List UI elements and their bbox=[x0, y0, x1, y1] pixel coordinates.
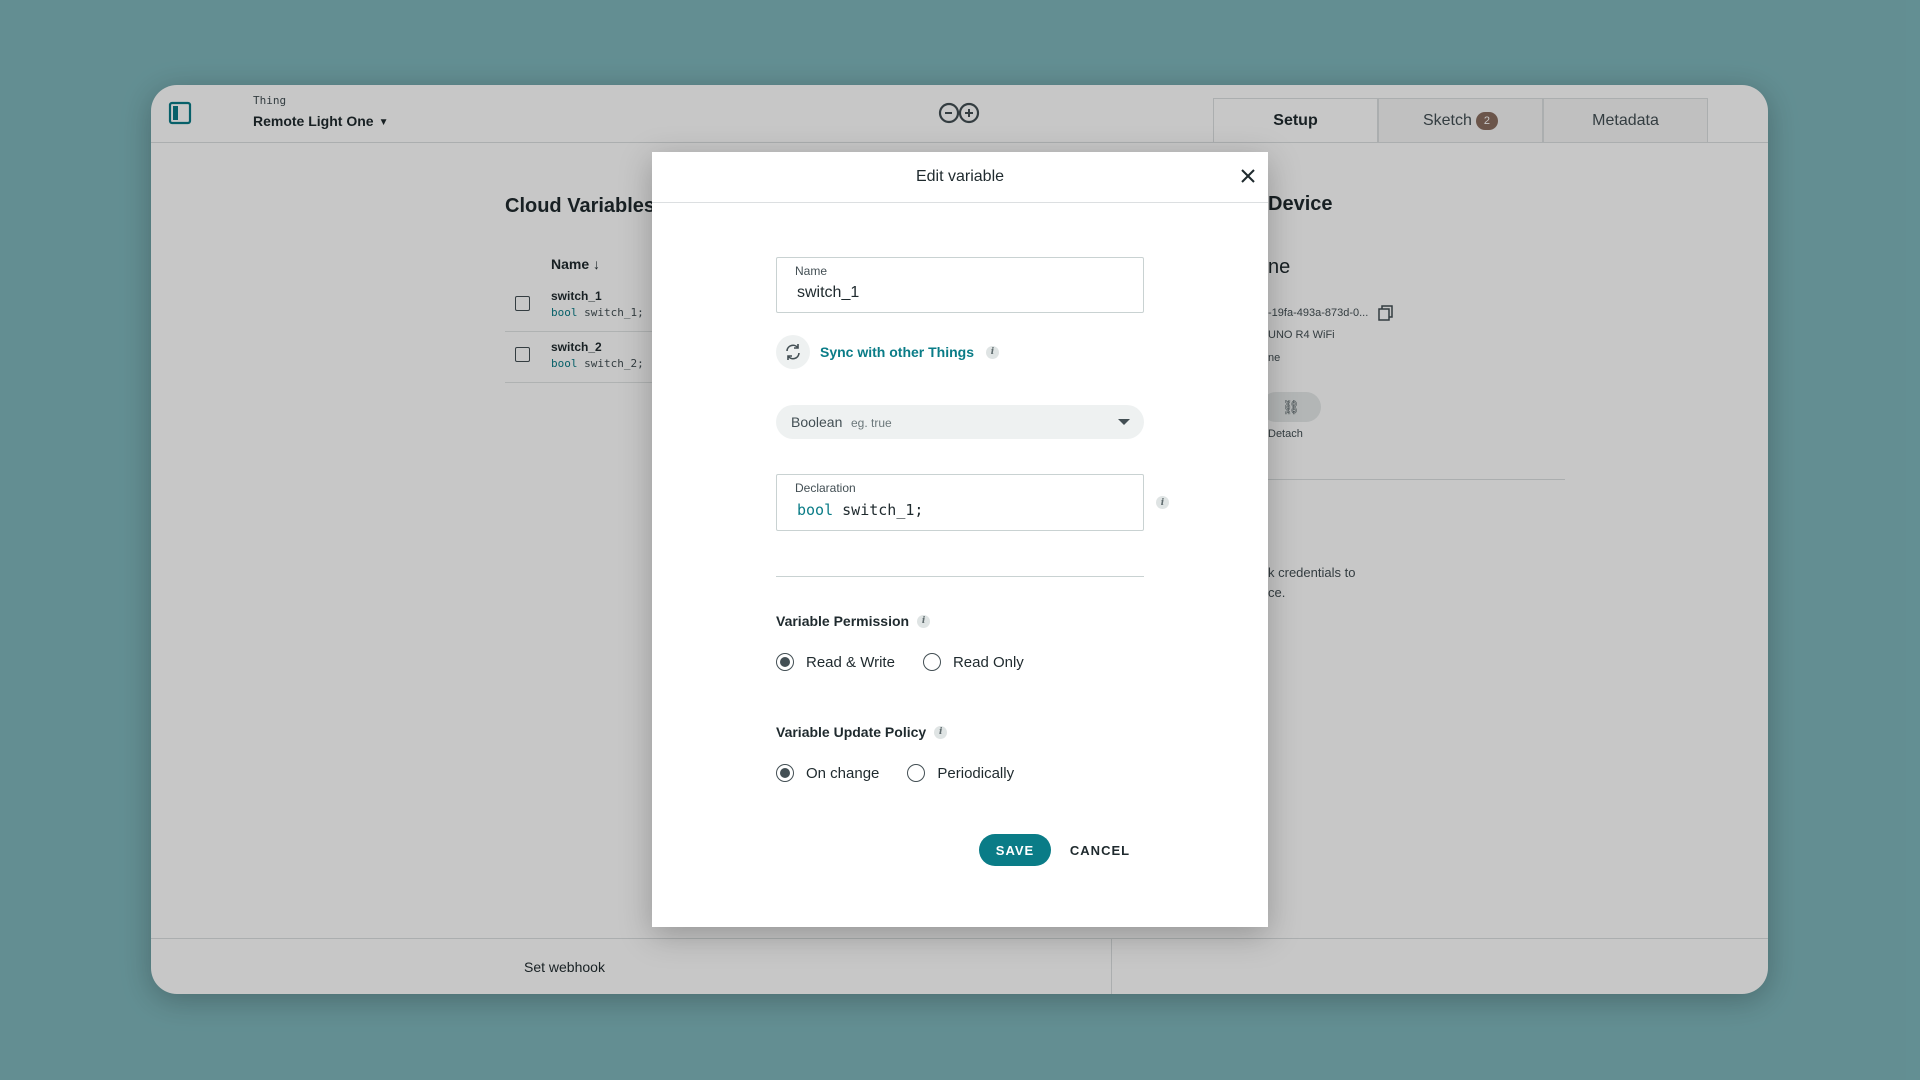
sync-label: Sync with other Things bbox=[820, 344, 975, 360]
declaration-keyword: bool bbox=[797, 501, 834, 519]
policy-periodically[interactable]: Periodically bbox=[907, 764, 1014, 782]
policy-on-change[interactable]: On change bbox=[776, 764, 879, 782]
permission-read-only[interactable]: Read Only bbox=[922, 653, 1024, 671]
type-name: Boolean bbox=[791, 414, 843, 430]
info-icon[interactable]: i bbox=[1156, 496, 1169, 509]
info-icon[interactable]: i bbox=[986, 345, 1000, 359]
radio-label: On change bbox=[806, 764, 880, 782]
divider bbox=[776, 576, 1144, 577]
sync-with-other-things[interactable]: Sync with other Things i bbox=[776, 334, 1000, 370]
radio-label: Read & Write bbox=[806, 653, 895, 671]
info-icon[interactable]: i bbox=[917, 614, 931, 628]
cancel-button[interactable]: CANCEL bbox=[1064, 834, 1136, 866]
type-select[interactable]: Boolean eg. true bbox=[776, 405, 1144, 439]
name-field-value[interactable]: switch_1 bbox=[797, 284, 859, 302]
policy-radio-group: On change Periodically bbox=[776, 764, 1042, 782]
dialog-header: Edit variable bbox=[652, 152, 1268, 203]
permission-section: Variable Permission i bbox=[776, 613, 931, 629]
edit-variable-dialog: Edit variable Name switch_1 Sync with ot… bbox=[652, 152, 1268, 927]
radio-button[interactable] bbox=[922, 653, 941, 671]
radio-label: Periodically bbox=[937, 764, 1015, 782]
close-button[interactable] bbox=[1236, 164, 1260, 188]
declaration-field[interactable]: Declaration bool switch_1; bbox=[776, 474, 1144, 531]
name-field[interactable]: Name switch_1 bbox=[776, 257, 1144, 313]
type-hint: eg. true bbox=[851, 416, 892, 430]
radio-label: Read Only bbox=[952, 653, 1024, 671]
close-icon bbox=[1241, 169, 1255, 183]
name-field-label: Name bbox=[795, 264, 828, 278]
permission-read-write[interactable]: Read & Write bbox=[776, 653, 895, 671]
info-icon[interactable]: i bbox=[934, 725, 948, 739]
radio-button[interactable] bbox=[776, 764, 794, 782]
update-policy-section: Variable Update Policy i bbox=[776, 724, 948, 740]
policy-title: Variable Update Policy bbox=[776, 724, 927, 740]
chevron-down-icon bbox=[1118, 419, 1130, 425]
permission-title: Variable Permission bbox=[776, 613, 910, 629]
radio-button[interactable] bbox=[907, 764, 926, 782]
permission-radio-group: Read & Write Read Only bbox=[776, 653, 1052, 671]
dialog-title: Edit variable bbox=[915, 168, 1005, 185]
sync-icon bbox=[776, 335, 810, 369]
declaration-label: Declaration bbox=[795, 481, 856, 495]
declaration-value[interactable]: bool switch_1; bbox=[797, 501, 923, 519]
declaration-rest: switch_1; bbox=[842, 501, 924, 519]
radio-button[interactable] bbox=[776, 653, 794, 671]
save-button[interactable]: SAVE bbox=[979, 834, 1051, 866]
